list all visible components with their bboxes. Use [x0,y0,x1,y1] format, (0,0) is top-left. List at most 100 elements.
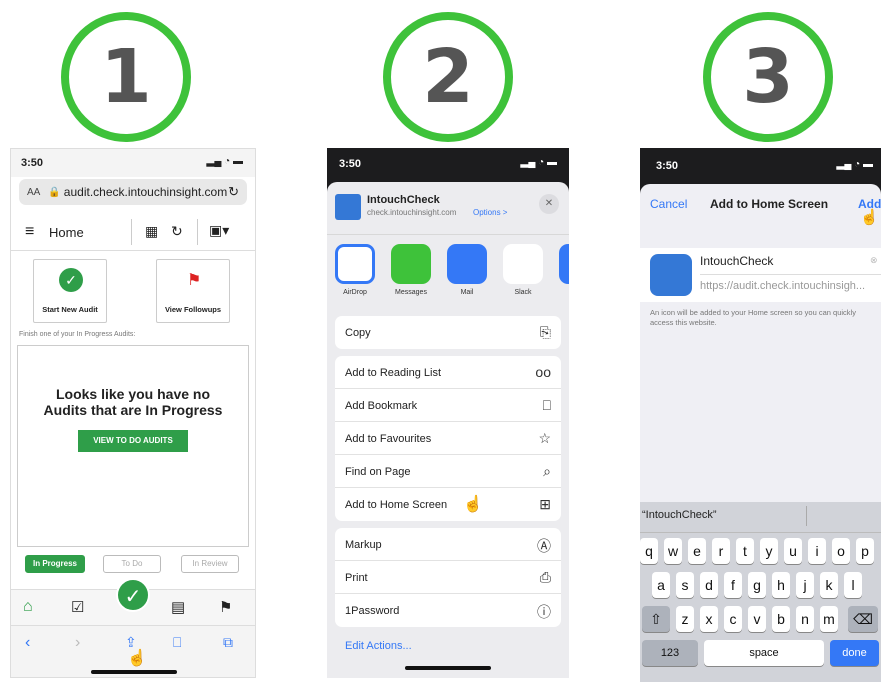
markup-icon: Ⓐ [537,538,551,554]
action-add-home-screen[interactable]: Add to Home Screen ⊞ ☝ [335,488,561,521]
print-icon: ⎙ [539,569,551,585]
divider [700,274,881,275]
shift-key-icon[interactable]: ⇧ [642,606,670,632]
key-n[interactable]: n [796,606,814,632]
in-progress-panel: Looks like you have no Audits that are I… [17,345,249,547]
address-bar[interactable]: AA 🔒 audit.check.intouchinsight.com ↻ [19,179,247,205]
airdrop-icon[interactable] [335,244,375,284]
refresh-icon[interactable]: ↻ [171,223,183,240]
more-app-icon[interactable] [559,244,569,284]
key-x[interactable]: x [700,606,718,632]
home-indicator [405,666,491,670]
key-q[interactable]: q [640,538,658,564]
action-1password[interactable]: 1Password ⓘ [335,594,561,627]
seg-in-review[interactable]: In Review [181,555,239,573]
messages-icon[interactable] [391,244,431,284]
add-home-sheet: Cancel Add to Home Screen Add ☝ IntouchC… [640,184,881,682]
key-h[interactable]: h [772,572,790,598]
options-link[interactable]: Options > [473,208,507,217]
key-e[interactable]: e [688,538,706,564]
key-123[interactable]: 123 [642,640,698,666]
menu-icon[interactable]: ≡ [25,223,34,241]
flag-icon[interactable]: ⚑ [219,598,232,616]
action-print[interactable]: Print ⎙ [335,561,561,594]
status-time: 3:50 [656,160,679,172]
sheet-title: Add to Home Screen [710,197,829,211]
seg-in-progress[interactable]: In Progress [25,555,85,573]
app-label: Mail [460,289,474,296]
key-d[interactable]: d [700,572,718,598]
home-icon[interactable]: ⌂ [23,598,33,616]
key-done[interactable]: done [830,640,879,666]
key-z[interactable]: z [676,606,694,632]
key-k[interactable]: k [820,572,838,598]
status-time: 3:50 [339,158,362,170]
key-i[interactable]: i [808,538,826,564]
action-markup[interactable]: Markup Ⓐ [335,528,561,561]
keyboard: “IntouchCheck” q w e r t y u i o p a s d… [640,502,881,682]
cancel-button[interactable]: Cancel [650,197,687,211]
action-favourites[interactable]: Add to Favourites ☆ [335,422,561,455]
key-f[interactable]: f [724,572,742,598]
key-o[interactable]: o [832,538,850,564]
key-b[interactable]: b [772,606,790,632]
key-p[interactable]: p [856,538,874,564]
name-field[interactable]: IntouchCheck [700,254,773,268]
divider [197,219,198,245]
reload-icon[interactable]: ↻ [228,184,239,200]
action-copy[interactable]: Copy ⎘ [335,316,561,349]
clear-icon[interactable]: ⊗ [870,255,878,266]
tabs-icon[interactable]: ⧉ [223,634,233,651]
key-y[interactable]: y [760,538,778,564]
action-bookmark[interactable]: Add Bookmark ⎕ [335,389,561,422]
key-t[interactable]: t [736,538,754,564]
action-reading-list[interactable]: Add to Reading List oo [335,356,561,389]
action-label: 1Password [345,605,400,617]
card-label: Start New Audit [42,305,98,314]
key-l[interactable]: l [844,572,862,598]
view-todo-button[interactable]: VIEW TO DO AUDITS [78,430,188,452]
check-circle-icon[interactable]: ✓ [116,578,150,612]
pointer-hand-icon: ☝ [860,209,879,226]
key-m[interactable]: m [820,606,838,632]
step-2-badge: 2 [383,12,513,142]
key-j[interactable]: j [796,572,814,598]
status-bar: 3:50 ▂▄ ◔ ▬ [11,149,255,177]
backspace-key-icon[interactable]: ⌫ [848,606,878,632]
empty-line-1: Looks like you have no [55,386,211,402]
key-u[interactable]: u [784,538,802,564]
mail-icon[interactable] [447,244,487,284]
grid-icon[interactable]: ▦ [145,223,158,240]
phone-screen-3: 3:50 ▂▄ ◔ ▬ Cancel Add to Home Screen Add… [640,148,881,682]
key-w[interactable]: w [664,538,682,564]
start-new-audit-card[interactable]: ✓ Start New Audit [33,259,107,323]
back-icon[interactable]: ‹ [25,634,30,652]
edit-actions-link[interactable]: Edit Actions... [345,640,412,652]
key-c[interactable]: c [724,606,742,632]
slack-icon[interactable] [503,244,543,284]
clipboard-icon[interactable]: ▤ [171,598,185,616]
seg-to-do[interactable]: To Do [103,555,161,573]
key-space[interactable]: space [704,640,824,666]
book-icon: ⎕ [542,397,551,413]
share-sheet: IntouchCheck check.intouchinsight.com Op… [327,182,569,678]
action-find-on-page[interactable]: Find on Page ⌕ [335,455,561,488]
forward-icon[interactable]: › [75,634,80,652]
step-number: 3 [742,34,794,120]
info-note: An icon will be added to your Home scree… [650,308,856,327]
key-v[interactable]: v [748,606,766,632]
close-icon[interactable]: ✕ [539,194,559,214]
glasses-icon: oo [535,364,551,380]
user-menu-icon[interactable]: ▣▾ [209,222,229,239]
key-s[interactable]: s [676,572,694,598]
key-r[interactable]: r [712,538,730,564]
suggestion-item[interactable]: “IntouchCheck” [642,509,717,521]
book-icon[interactable]: ⎕ [173,634,181,651]
app-label: Me [549,289,569,296]
key-a[interactable]: a [652,572,670,598]
view-followups-card[interactable]: ⚑ View Followups [156,259,230,323]
clipboard-check-icon[interactable]: ☑ [71,598,84,616]
text-size-button[interactable]: AA [27,187,40,198]
key-g[interactable]: g [748,572,766,598]
action-group-2: Add to Reading List oo Add Bookmark ⎕ Add … [335,356,561,521]
